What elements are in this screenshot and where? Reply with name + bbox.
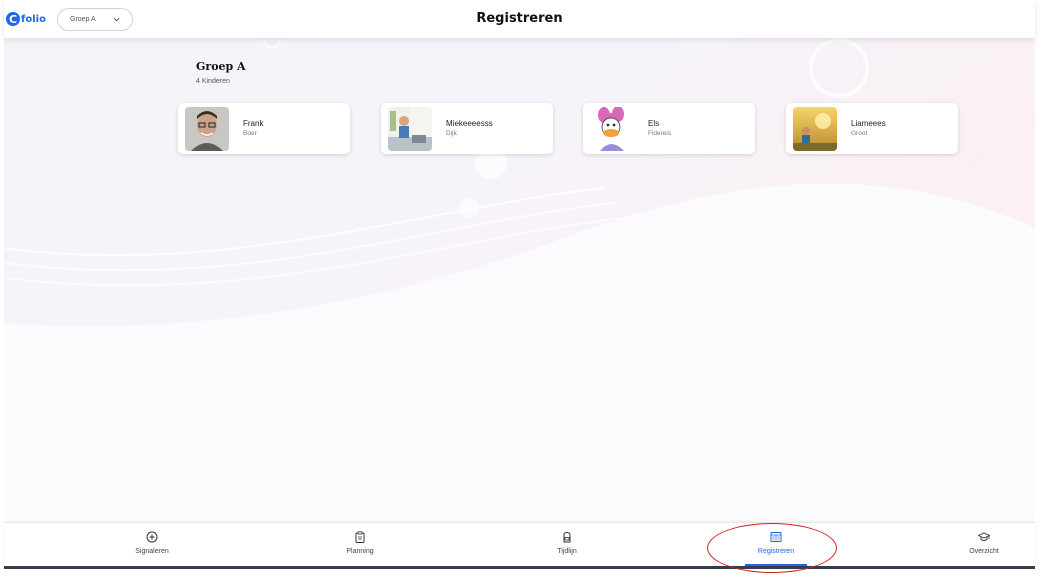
- nav-signaleren[interactable]: Signaleren: [102, 523, 202, 567]
- nav-label: Tijdlijn: [557, 548, 577, 555]
- bottom-navigation: Signaleren Planning Tijdlijn Registreren: [4, 522, 1035, 567]
- group-title: Groep A: [196, 60, 246, 73]
- child-last-name: Groot: [851, 130, 868, 137]
- group-child-count: 4 Kinderen: [196, 78, 230, 85]
- nav-registreren[interactable]: Registreren: [726, 523, 826, 567]
- child-card[interactable]: Els Fidereis: [583, 103, 755, 154]
- nav-label: Registreren: [757, 548, 795, 555]
- register-icon: [770, 532, 782, 542]
- child-last-name: Dijk: [446, 130, 457, 137]
- top-bar: C folio Groep A Registreren: [4, 0, 1035, 38]
- nav-planning[interactable]: Planning: [310, 523, 410, 567]
- clipboard-icon: [355, 531, 365, 543]
- nav-overzicht[interactable]: Overzicht: [934, 523, 1034, 567]
- avatar: [793, 106, 837, 151]
- backpack-icon: [563, 531, 571, 543]
- child-first-name: Miekeeeesss: [446, 119, 493, 128]
- page-title: Registreren: [476, 11, 563, 26]
- plus-circle-icon: [146, 531, 158, 543]
- avatar: [185, 106, 229, 151]
- nav-label: Signaleren: [135, 548, 169, 555]
- footer-divider: [4, 566, 1035, 569]
- app-window: C folio Groep A Registreren Groep A 4 Ki…: [4, 0, 1035, 583]
- child-last-name: Boer: [243, 130, 257, 137]
- child-last-name: Fidereis: [648, 130, 672, 137]
- nav-tijdlijn[interactable]: Tijdlijn: [517, 523, 617, 567]
- child-first-name: Liameees: [851, 119, 886, 128]
- child-card[interactable]: Liameees Groot: [786, 103, 958, 154]
- child-card[interactable]: Frank Boer: [178, 103, 350, 154]
- nav-label: Planning: [346, 548, 374, 555]
- nav-label: Overzicht: [969, 548, 999, 555]
- avatar: [388, 106, 432, 151]
- graduation-cap-icon: [978, 532, 990, 541]
- child-card[interactable]: Miekeeeesss Dijk: [381, 103, 553, 154]
- child-first-name: Els: [648, 119, 660, 128]
- child-first-name: Frank: [243, 119, 264, 128]
- avatar: [590, 106, 634, 151]
